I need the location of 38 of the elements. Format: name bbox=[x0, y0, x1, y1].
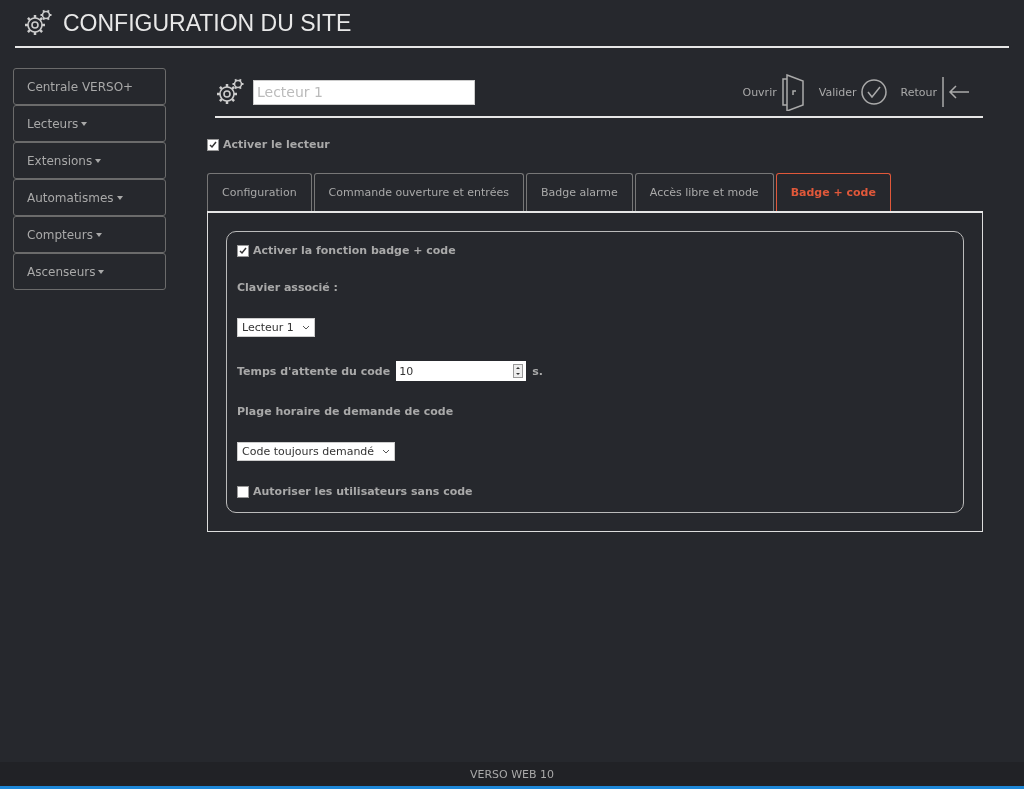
toolbar-action[interactable]: Ouvrir bbox=[742, 73, 805, 111]
checkbox-label: Activer la fonction badge + code bbox=[253, 244, 456, 257]
checkbox[interactable] bbox=[237, 244, 249, 257]
spinner-arrows-icon[interactable] bbox=[513, 364, 524, 378]
toolbar-action[interactable]: Retour bbox=[900, 76, 971, 108]
field-label: Plage horaire de demande de code bbox=[237, 405, 455, 418]
footer-text: VERSO WEB 10 bbox=[469, 767, 555, 781]
back-arrow-icon bbox=[941, 76, 971, 108]
chevron-down-icon bbox=[382, 449, 391, 454]
tab[interactable]: Badge alarme bbox=[525, 173, 633, 211]
reader-name-field[interactable]: Lecteur 1 bbox=[253, 79, 475, 105]
field-label: Clavier associé : bbox=[237, 281, 339, 294]
gears-icon bbox=[23, 8, 53, 38]
dropdown[interactable]: Code toujours demandé bbox=[237, 442, 396, 461]
tab[interactable]: Commande ouverture et entrées bbox=[313, 173, 524, 211]
chevron-down-icon bbox=[301, 325, 310, 330]
tab[interactable]: Accès libre et mode bbox=[634, 173, 774, 211]
gears-icon bbox=[215, 77, 245, 107]
tab[interactable]: Configuration bbox=[207, 173, 312, 211]
unit-label: s. bbox=[532, 364, 543, 378]
sidebar-item[interactable]: Centrale VERSO+ bbox=[13, 68, 166, 105]
field-label: Temps d'attente du code bbox=[237, 364, 391, 378]
door-icon bbox=[780, 73, 805, 111]
checkbox-label: Autoriser les utilisateurs sans code bbox=[253, 485, 473, 498]
page-title: CONFIGURATION DU SITE bbox=[63, 9, 352, 37]
checkbox-label: Activer le lecteur bbox=[223, 138, 330, 151]
sidebar-item[interactable]: Compteurs bbox=[13, 216, 166, 253]
dropdown[interactable]: Lecteur 1 bbox=[237, 318, 315, 337]
sidebar-item[interactable]: Lecteurs bbox=[13, 105, 166, 142]
sidebar-item[interactable]: Extensions bbox=[13, 142, 166, 179]
tab[interactable]: Badge + code bbox=[775, 173, 891, 211]
check-circle-icon bbox=[860, 79, 887, 105]
sidebar-item[interactable]: Ascenseurs bbox=[13, 253, 166, 290]
toolbar-action[interactable]: Valider bbox=[818, 79, 887, 105]
checkbox[interactable] bbox=[237, 485, 249, 498]
number-input[interactable]: 10 bbox=[396, 361, 527, 381]
sidebar-item[interactable]: Automatismes bbox=[13, 179, 166, 216]
checkbox[interactable] bbox=[207, 138, 219, 151]
